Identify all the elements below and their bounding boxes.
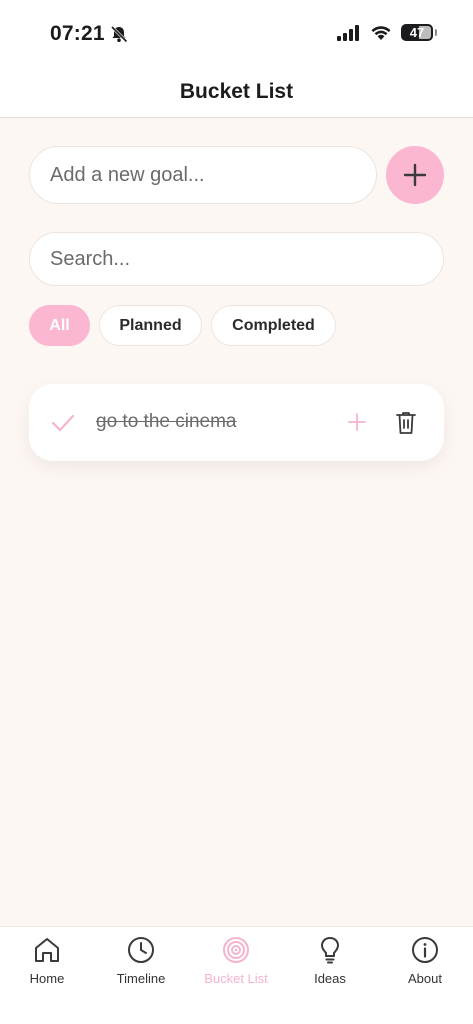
- filter-all-chip[interactable]: All: [29, 305, 90, 346]
- tab-ideas-label: Ideas: [314, 971, 346, 986]
- signal-icon: [337, 24, 359, 41]
- tab-home[interactable]: Home: [0, 927, 94, 997]
- filter-completed-label: Completed: [232, 316, 315, 334]
- page-title: Bucket List: [179, 79, 294, 103]
- goal-card: [29, 384, 444, 461]
- home-icon: [35, 938, 59, 962]
- filter-planned-label: Planned: [119, 316, 182, 334]
- status-indicators: 47: [337, 24, 437, 41]
- search-input[interactable]: [29, 232, 444, 286]
- clock-icon: [128, 937, 154, 963]
- add-goal-button[interactable]: [386, 146, 444, 204]
- tab-about-label: About: [408, 971, 442, 986]
- new-goal-input[interactable]: [29, 146, 377, 204]
- goal-text: go to the cinema: [96, 411, 237, 432]
- tab-about[interactable]: About: [378, 927, 472, 997]
- filter-planned-chip[interactable]: Planned: [99, 305, 202, 346]
- status-bar: 07:21 47: [0, 0, 473, 66]
- target-icon: [223, 937, 249, 963]
- bell-muted-icon: [110, 25, 128, 43]
- battery-icon: 47: [401, 24, 437, 41]
- tab-timeline-label: Timeline: [116, 971, 166, 986]
- checkmark-icon[interactable]: [50, 410, 76, 436]
- add-subtask-icon[interactable]: [346, 411, 368, 433]
- battery-level: 47: [409, 25, 425, 40]
- plus-icon: [403, 163, 427, 187]
- status-time: 07:21: [50, 22, 105, 45]
- tab-ideas[interactable]: Ideas: [283, 927, 377, 997]
- wifi-icon: [371, 25, 391, 40]
- tab-home-label: Home: [29, 971, 65, 986]
- lightbulb-icon: [321, 937, 339, 964]
- filter-completed-chip[interactable]: Completed: [211, 305, 336, 346]
- status-time-group: 07:21: [50, 22, 129, 46]
- info-icon: [412, 937, 438, 963]
- filter-all-label: All: [49, 316, 70, 334]
- tab-bucket-list[interactable]: Bucket List: [189, 927, 283, 997]
- header: Bucket List: [0, 66, 473, 118]
- trash-icon[interactable]: [394, 410, 418, 436]
- tab-timeline[interactable]: Timeline: [94, 927, 188, 997]
- tab-bucket-list-label: Bucket List: [204, 971, 268, 986]
- bottom-tab-bar: Home Timeline Bucket List Ideas About: [0, 926, 473, 1024]
